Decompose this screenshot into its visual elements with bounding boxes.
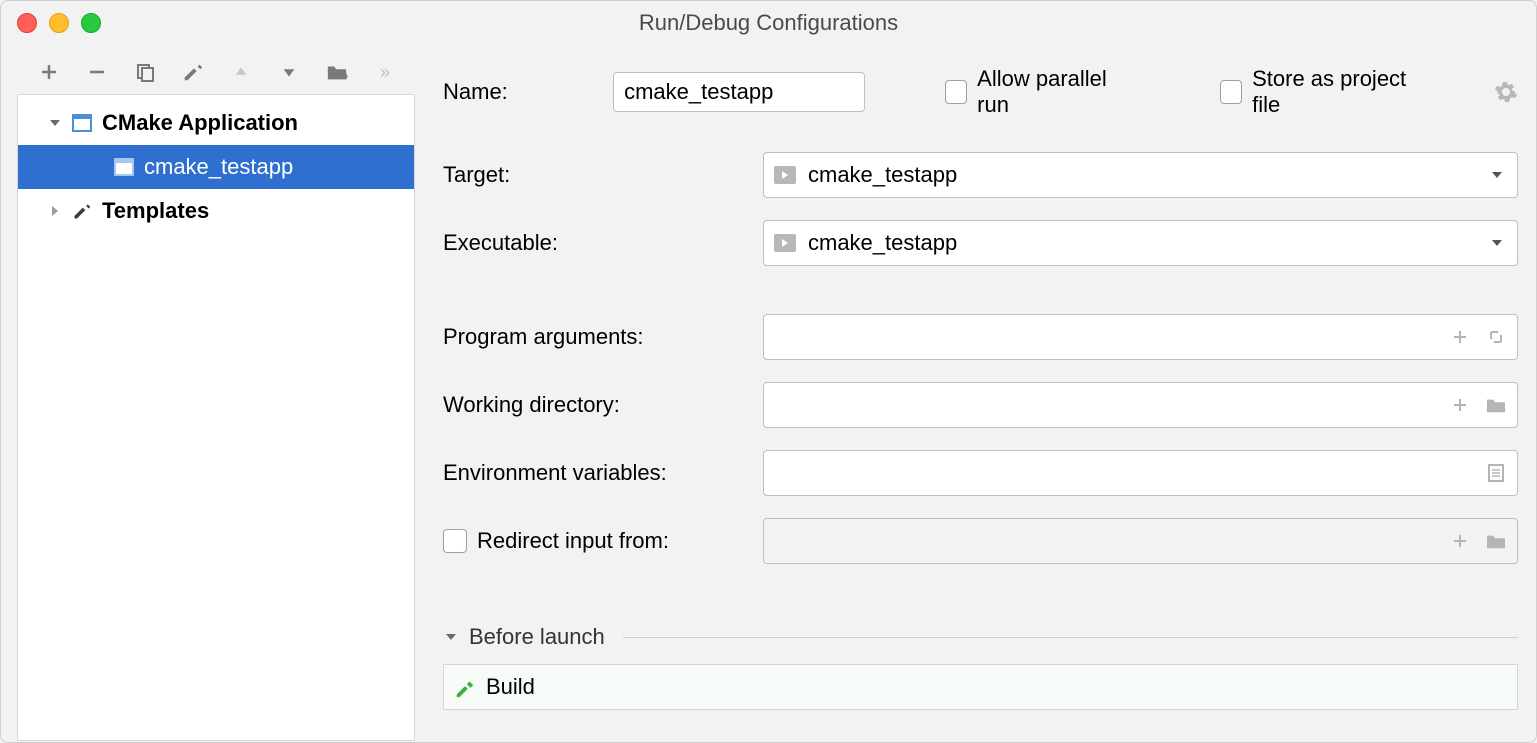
add-config-button[interactable] — [37, 60, 61, 84]
tree-item-label: cmake_testapp — [144, 154, 293, 180]
config-editor: Name: Allow parallel run Store as projec… — [419, 46, 1536, 743]
copy-config-button[interactable] — [133, 60, 157, 84]
section-divider — [623, 637, 1518, 638]
executable-value: cmake_testapp — [808, 230, 957, 256]
program-args-input[interactable] — [763, 314, 1518, 360]
tree-group-cmake-application[interactable]: CMake Application — [18, 101, 414, 145]
store-as-file-label: Store as project file — [1252, 66, 1424, 118]
executable-icon — [774, 166, 796, 184]
target-label: Target: — [443, 162, 763, 188]
program-args-label: Program arguments: — [443, 324, 763, 350]
insert-macro-icon — [1449, 530, 1471, 552]
before-launch-section: Before launch Build — [443, 624, 1518, 710]
name-input[interactable] — [613, 72, 865, 112]
name-label: Name: — [443, 79, 553, 105]
edit-templates-button[interactable] — [181, 60, 205, 84]
browse-folder-icon — [1485, 530, 1507, 552]
checkbox-icon — [1220, 80, 1242, 104]
tree-group-templates[interactable]: Templates — [18, 189, 414, 233]
redirect-input-checkbox[interactable]: Redirect input from: — [443, 528, 669, 554]
edit-list-icon[interactable] — [1485, 462, 1507, 484]
allow-parallel-checkbox[interactable]: Allow parallel run — [945, 66, 1130, 118]
allow-parallel-label: Allow parallel run — [977, 66, 1130, 118]
tree-item-cmake-testapp[interactable]: cmake_testapp — [18, 145, 414, 189]
before-launch-item-build[interactable]: Build — [444, 665, 1517, 709]
move-down-button[interactable] — [277, 60, 301, 84]
zoom-window-button[interactable] — [81, 13, 101, 33]
close-window-button[interactable] — [17, 13, 37, 33]
collapse-icon[interactable] — [443, 629, 459, 645]
hammer-icon — [454, 676, 476, 698]
svg-text:+: + — [343, 71, 348, 82]
insert-macro-icon[interactable] — [1449, 326, 1471, 348]
checkbox-icon — [945, 80, 967, 104]
collapsed-icon — [48, 204, 62, 218]
browse-folder-icon[interactable] — [1485, 394, 1507, 416]
tree-group-label: CMake Application — [102, 110, 298, 136]
move-up-button[interactable] — [229, 60, 253, 84]
minimize-window-button[interactable] — [49, 13, 69, 33]
store-as-file-checkbox[interactable]: Store as project file — [1220, 66, 1424, 118]
window-title: Run/Debug Configurations — [1, 10, 1536, 36]
checkbox-icon — [443, 529, 467, 553]
folder-button[interactable]: + — [325, 60, 349, 84]
redirect-input-field — [763, 518, 1518, 564]
store-as-file-gear-icon[interactable] — [1494, 80, 1518, 104]
expand-icon — [48, 116, 62, 130]
more-toolbar-button[interactable]: » — [373, 60, 397, 84]
remove-config-button[interactable] — [85, 60, 109, 84]
configurations-sidebar: + » CMake Application cmake_testapp Temp… — [1, 46, 419, 743]
sidebar-toolbar: + » — [1, 60, 419, 94]
target-value: cmake_testapp — [808, 162, 957, 188]
insert-macro-icon[interactable] — [1449, 394, 1471, 416]
window-titlebar: Run/Debug Configurations — [1, 1, 1536, 46]
executable-icon — [774, 234, 796, 252]
env-vars-label: Environment variables: — [443, 460, 763, 486]
config-tree: CMake Application cmake_testapp Template… — [17, 94, 415, 741]
executable-label: Executable: — [443, 230, 763, 256]
env-vars-input[interactable] — [763, 450, 1518, 496]
working-dir-input[interactable] — [763, 382, 1518, 428]
dropdown-icon — [1489, 167, 1505, 183]
redirect-input-label: Redirect input from: — [477, 528, 669, 554]
dropdown-icon — [1489, 235, 1505, 251]
before-launch-item-label: Build — [486, 674, 535, 700]
before-launch-title: Before launch — [469, 624, 605, 650]
window-controls — [17, 13, 101, 33]
working-dir-label: Working directory: — [443, 392, 763, 418]
cmake-app-icon — [72, 113, 92, 133]
cmake-app-icon — [114, 157, 134, 177]
executable-combo[interactable]: cmake_testapp — [763, 220, 1518, 266]
expand-field-icon[interactable] — [1485, 326, 1507, 348]
wrench-icon — [72, 201, 92, 221]
target-combo[interactable]: cmake_testapp — [763, 152, 1518, 198]
tree-templates-label: Templates — [102, 198, 209, 224]
before-launch-list: Build — [443, 664, 1518, 710]
